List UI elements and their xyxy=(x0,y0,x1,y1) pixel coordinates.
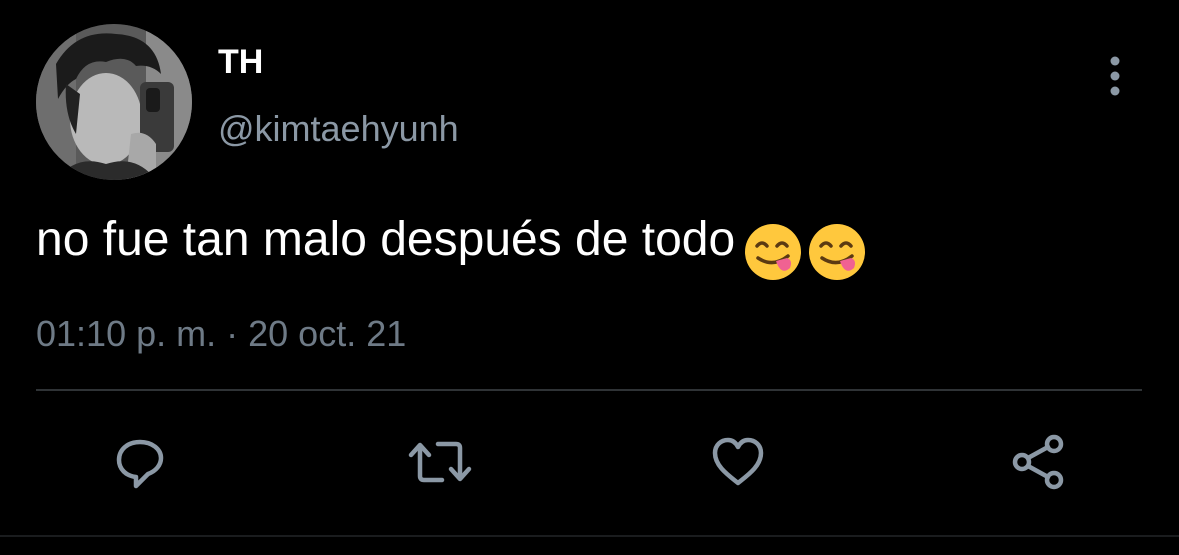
action-bar xyxy=(0,430,1179,494)
tweet-timestamp[interactable]: 01:10 p. m. · 20 oct. 21 xyxy=(36,312,406,356)
display-name[interactable]: TH xyxy=(218,42,263,82)
reply-button[interactable] xyxy=(108,430,172,494)
tweet-detail: TH @kimtaehyunh no fue tan malo después … xyxy=(0,0,1179,555)
like-button[interactable] xyxy=(706,430,770,494)
avatar[interactable] xyxy=(36,24,192,180)
retweet-button[interactable] xyxy=(408,430,472,494)
divider xyxy=(36,389,1142,391)
user-handle[interactable]: @kimtaehyunh xyxy=(218,108,459,150)
tweet-date: 20 oct. 21 xyxy=(248,313,407,354)
tweet-text: no fue tan malo después de todo xyxy=(36,210,871,282)
more-options-button[interactable] xyxy=(1100,54,1130,98)
share-button[interactable] xyxy=(1006,430,1070,494)
tweet-time: 01:10 p. m. xyxy=(36,313,217,354)
reply-icon xyxy=(116,439,164,489)
emoji-group xyxy=(743,222,871,282)
bottom-border xyxy=(0,535,1179,537)
face-savoring-food-emoji xyxy=(809,224,866,280)
like-icon xyxy=(712,437,764,486)
meta-separator: · xyxy=(226,313,239,354)
share-icon xyxy=(1012,434,1064,490)
avatar-image xyxy=(36,24,192,180)
retweet-icon xyxy=(408,441,472,483)
more-vertical-icon xyxy=(1110,56,1120,96)
face-savoring-food-emoji xyxy=(745,224,802,280)
tweet-text-content: no fue tan malo después de todo xyxy=(36,213,736,266)
